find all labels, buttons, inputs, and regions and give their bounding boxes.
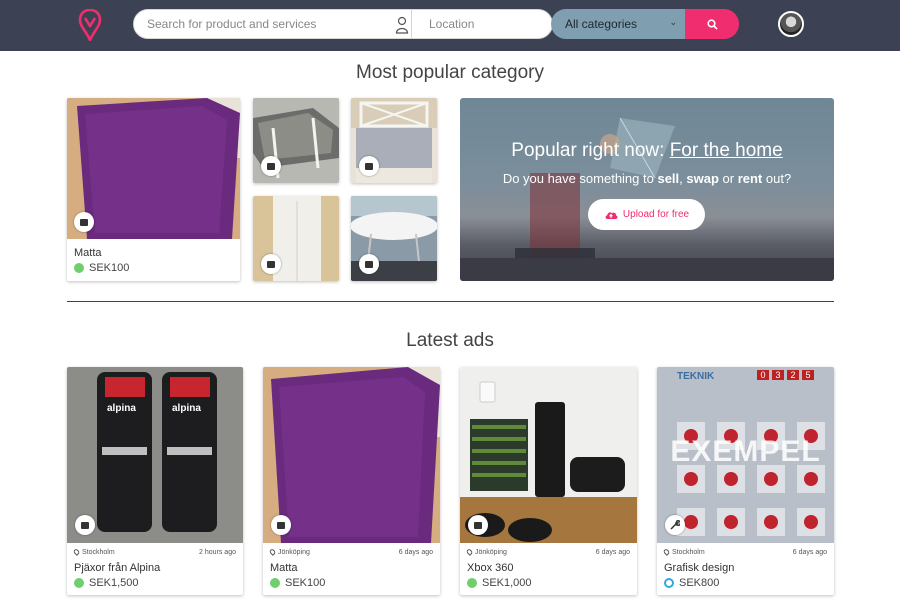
category-item-icon (74, 212, 94, 232)
user-icon (395, 16, 409, 34)
ad-price: SEK1,500 (74, 577, 139, 589)
ad-time: 6 days ago (398, 549, 433, 556)
ad-time: 6 days ago (792, 549, 827, 556)
popular-thumb-wardrobe[interactable] (253, 196, 339, 281)
category-select[interactable]: All categories ⌄ (551, 9, 689, 39)
category-item-icon (359, 156, 379, 176)
svg-text:alpina: alpina (172, 403, 201, 414)
brand-logo-icon[interactable] (78, 9, 102, 41)
category-item-icon (468, 515, 488, 535)
hero-sub-suffix: out? (762, 171, 792, 186)
latest-section-title: Latest ads (406, 330, 494, 351)
ad-image-graphic-design: TEKNIK 0 3 2 5 EXEMPEL (657, 367, 834, 543)
featured-product-card[interactable]: Matta SEK100 (67, 98, 240, 281)
location-pin-icon (72, 548, 81, 557)
hero-subtitle: Do you have something to sell, swap or r… (460, 171, 834, 186)
popular-thumb-bed-frame[interactable] (253, 98, 339, 183)
category-item-icon (261, 254, 281, 274)
ad-location-text: Stockholm (82, 549, 115, 556)
search-icon (706, 18, 718, 30)
ad-meta: Stockholm 6 days ago (662, 548, 827, 557)
ad-price: SEK100 (270, 577, 325, 589)
ad-price-value: SEK1,000 (482, 577, 532, 589)
price-coin-icon (467, 578, 477, 588)
ad-card[interactable]: Jönköping 6 days ago Xbox 360 SEK1,000 (460, 367, 637, 595)
hero-sep2: or (718, 171, 738, 186)
section-divider (67, 301, 834, 302)
ad-title: Grafisk design (664, 562, 735, 574)
ad-location-text: Jönköping (278, 549, 310, 556)
ad-location-text: Stockholm (672, 549, 705, 556)
ad-time: 2 hours ago (199, 549, 236, 556)
ad-meta: Jönköping 6 days ago (268, 548, 433, 557)
location-pin-icon (662, 548, 671, 557)
search-placeholder: Search for product and services (147, 17, 317, 31)
ad-meta: Stockholm 2 hours ago (72, 548, 236, 557)
hero-swap: swap (686, 171, 719, 186)
category-item-icon (359, 254, 379, 274)
ad-location: Stockholm (662, 548, 705, 557)
category-select-value: All categories (565, 17, 638, 31)
ad-location-text: Jönköping (475, 549, 507, 556)
ad-title: Matta (270, 562, 298, 574)
hero-category-link[interactable]: For the home (670, 140, 783, 161)
ad-price: SEK800 (664, 577, 719, 589)
featured-product-title: Matta (74, 247, 102, 259)
location-pin-icon (268, 548, 277, 557)
hero-title: Popular right now: For the home (460, 140, 834, 162)
price-coin-icon (74, 578, 84, 588)
ad-price: SEK1,000 (467, 577, 532, 589)
ad-price-value: SEK100 (285, 577, 326, 589)
search-input[interactable]: Search for product and services (133, 9, 418, 39)
watermark-text: EXEMPEL (670, 435, 821, 468)
popular-thumb-bed[interactable] (351, 98, 437, 183)
ad-title: Xbox 360 (467, 562, 514, 574)
ad-price-value: SEK800 (679, 577, 720, 589)
wrench-icon (665, 515, 685, 535)
upload-button-label: Upload for free (622, 209, 690, 220)
hero-sub-prefix: Do you have something to (502, 171, 658, 186)
popular-thumb-table[interactable] (351, 196, 437, 281)
hero-title-prefix: Popular right now: (511, 140, 670, 161)
ad-location: Jönköping (268, 548, 310, 557)
ad-card[interactable]: alpina alpina Stockholm 2 hours ago Pjäx… (67, 367, 243, 595)
ad-location: Stockholm (72, 548, 115, 557)
ad-image-ski-boots: alpina alpina (67, 367, 243, 543)
price-coin-icon (270, 578, 280, 588)
featured-product-price: SEK100 (74, 262, 129, 274)
ad-image-xbox (460, 367, 637, 543)
chevron-down-icon: ⌄ (669, 17, 677, 27)
upload-button[interactable]: Upload for free (588, 199, 705, 230)
ad-image-rug (263, 367, 440, 543)
ad-title: Pjäxor från Alpina (74, 562, 161, 574)
svg-text:alpina: alpina (107, 403, 136, 414)
location-pin-icon (465, 548, 474, 557)
hero-rent: rent (737, 171, 763, 186)
hero-background-photo (460, 117, 834, 281)
location-placeholder: Location (429, 17, 475, 31)
popular-hero-banner: Popular right now: For the home Do you h… (460, 98, 834, 281)
search-button[interactable] (685, 9, 739, 39)
hero-sell: sell (657, 171, 680, 186)
ad-location: Jönköping (465, 548, 507, 557)
price-coin-icon (664, 578, 674, 588)
search-bar: Search for product and services Location… (133, 9, 739, 39)
ad-time: 6 days ago (595, 549, 630, 556)
price-coin-icon (74, 263, 84, 273)
category-item-icon (261, 156, 281, 176)
popular-section-title: Most popular category (356, 62, 544, 83)
ad-meta: Jönköping 6 days ago (465, 548, 630, 557)
location-input[interactable]: Location (411, 9, 553, 39)
cloud-upload-icon (605, 211, 618, 219)
category-item-icon (75, 515, 95, 535)
ad-card[interactable]: TEKNIK 0 3 2 5 EXEMPEL Stockholm 6 days … (657, 367, 834, 595)
category-item-icon (271, 515, 291, 535)
featured-product-price-value: SEK100 (89, 262, 130, 274)
ad-card[interactable]: Jönköping 6 days ago Matta SEK100 (263, 367, 440, 595)
top-navbar: Search for product and services Location… (0, 0, 900, 51)
user-avatar[interactable] (778, 11, 804, 37)
ad-price-value: SEK1,500 (89, 577, 139, 589)
